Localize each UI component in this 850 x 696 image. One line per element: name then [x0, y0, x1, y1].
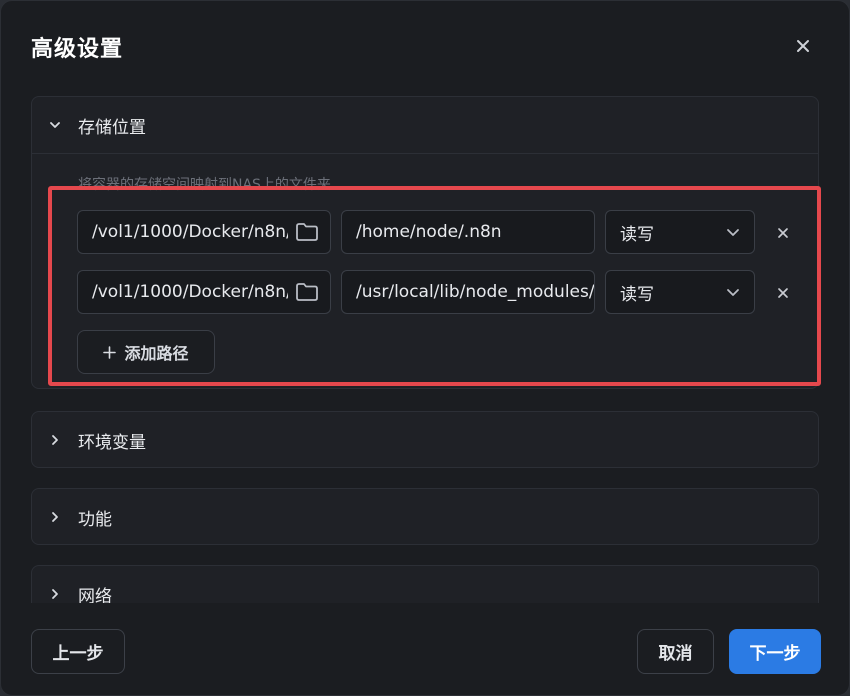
mode-select[interactable]: 读写 [605, 270, 755, 314]
section-network: 网络 [31, 565, 819, 603]
section-network-header[interactable]: 网络 [32, 566, 818, 603]
close-icon [778, 228, 788, 238]
folder-icon[interactable] [294, 221, 320, 243]
mode-select-value: 读写 [620, 224, 654, 245]
remove-row-button[interactable] [771, 221, 795, 245]
section-env-header[interactable]: 环境变量 [32, 412, 818, 468]
host-path-input[interactable]: /vol1/1000/Docker/n8n/n [77, 210, 331, 254]
close-icon [797, 40, 809, 52]
next-button[interactable]: 下一步 [729, 629, 821, 674]
chevron-down-icon [724, 223, 742, 241]
section-features-header[interactable]: 功能 [32, 489, 818, 545]
chevron-right-icon [46, 431, 64, 449]
close-icon [778, 288, 788, 298]
container-path-input[interactable]: /home/node/.n8n [341, 210, 595, 254]
dialog-title: 高级设置 [31, 37, 124, 62]
section-env: 环境变量 [31, 411, 819, 468]
section-features-label: 功能 [78, 509, 112, 530]
section-network-label: 网络 [78, 586, 112, 604]
mode-select-value: 读写 [620, 284, 654, 305]
section-env-label: 环境变量 [78, 432, 146, 453]
section-storage-label: 存储位置 [78, 117, 146, 138]
host-path-value: /vol1/1000/Docker/n8n/z [92, 282, 288, 302]
cancel-button[interactable]: 取消 [637, 629, 714, 674]
add-path-label: 添加路径 [124, 344, 189, 363]
container-path-value: /usr/local/lib/node_modules/ [356, 282, 594, 302]
folder-icon[interactable] [294, 281, 320, 303]
container-path-value: /home/node/.n8n [356, 222, 502, 242]
container-path-input[interactable]: /usr/local/lib/node_modules/ [341, 270, 595, 314]
add-path-button[interactable]: 添加路径 [77, 330, 215, 374]
host-path-input[interactable]: /vol1/1000/Docker/n8n/z [77, 270, 331, 314]
plus-icon [103, 345, 117, 359]
previous-button[interactable]: 上一步 [31, 629, 125, 674]
storage-hint: 将容器的存储空间映射到NAS上的文件夹 [78, 177, 331, 193]
chevron-right-icon [46, 585, 64, 603]
mode-select[interactable]: 读写 [605, 210, 755, 254]
section-storage-header[interactable]: 存储位置 [32, 97, 818, 153]
section-features: 功能 [31, 488, 819, 545]
chevron-down-icon [724, 283, 742, 301]
chevron-right-icon [46, 508, 64, 526]
remove-row-button[interactable] [771, 281, 795, 305]
advanced-settings-dialog: 高级设置 存储位置 将容器的存储空间映射到NAS上的文件夹 环境变量 功能 网络… [0, 0, 850, 696]
host-path-value: /vol1/1000/Docker/n8n/n [92, 222, 288, 242]
chevron-down-icon [46, 116, 64, 134]
close-button[interactable] [790, 33, 816, 59]
